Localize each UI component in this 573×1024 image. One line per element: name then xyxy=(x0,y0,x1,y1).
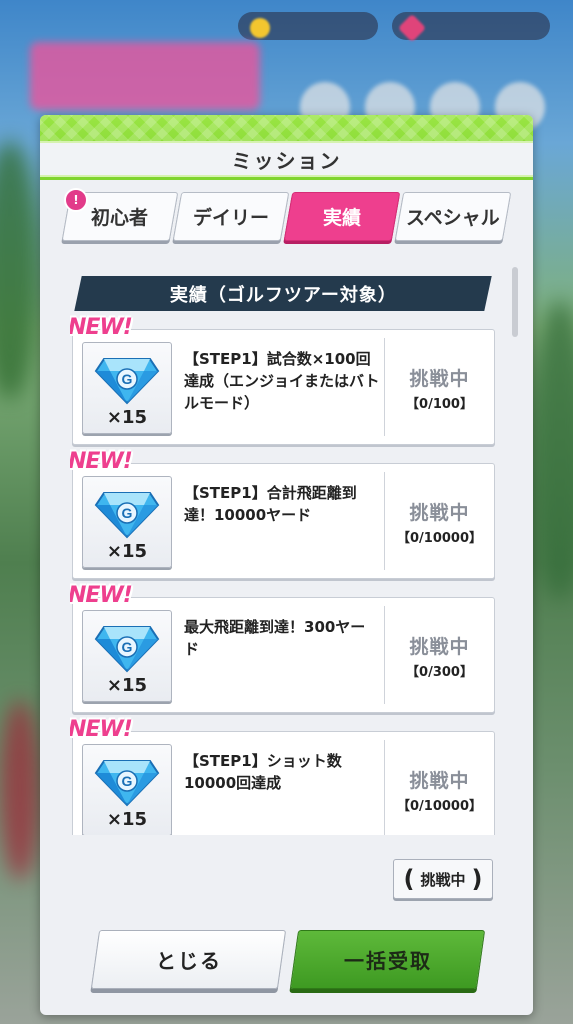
svg-text:G: G xyxy=(122,505,133,521)
reward-quantity: ×15 xyxy=(106,407,148,428)
tab-achievements[interactable]: 実績 xyxy=(283,192,401,241)
filter-label: 挑戦中 xyxy=(420,870,466,889)
close-button[interactable]: とじる xyxy=(90,930,287,989)
mission-description: 【STEP1】ショット数10000回達成 xyxy=(184,752,342,792)
tab-daily[interactable]: デイリー xyxy=(172,192,290,241)
status-label: 挑戦中 xyxy=(409,368,470,390)
progress-label: 【0/10000】 xyxy=(396,799,483,814)
section-header: 実績（ゴルフツアー対象） xyxy=(74,276,492,311)
blue-gem-g-icon: G xyxy=(94,492,160,539)
coin-icon xyxy=(250,18,270,38)
status-label: 挑戦中 xyxy=(409,502,470,524)
claim-all-button[interactable]: 一括受取 xyxy=(289,930,486,989)
status-filter-button[interactable]: ( 挑戦中 ) xyxy=(393,859,493,899)
new-badge: NEW! xyxy=(70,449,133,474)
mission-description: 【STEP1】合計飛距離到達！10000ヤード xyxy=(184,484,357,524)
mission-card: G ×15 【STEP1】ショット数10000回達成 挑戦中 【0/10000】 xyxy=(72,731,495,835)
tree-blur xyxy=(530,300,573,600)
progress-label: 【0/100】 xyxy=(406,397,473,412)
reward-box[interactable]: G ×15 xyxy=(82,744,172,835)
event-banner xyxy=(30,42,260,110)
section-title: 実績（ゴルフツアー対象） xyxy=(169,284,397,306)
tab-label: デイリー xyxy=(192,207,269,229)
tab-label: スペシャル xyxy=(406,207,500,229)
claim-all-button-label: 一括受取 xyxy=(343,949,432,973)
new-badge: NEW! xyxy=(70,315,133,340)
character-blur xyxy=(0,700,40,880)
left-paren-icon: ( xyxy=(403,865,415,893)
dialog-title: ミッション xyxy=(231,148,342,173)
reward-quantity: ×15 xyxy=(106,675,148,696)
svg-text:G: G xyxy=(122,773,133,789)
blue-gem-g-icon: G xyxy=(94,358,160,405)
new-badge: NEW! xyxy=(70,583,133,608)
blue-gem-g-icon: G xyxy=(94,760,160,807)
mission-card: G ×15 最大飛距離到達！300ヤード 挑戦中 【0/300】 xyxy=(72,597,495,713)
tree-blur xyxy=(0,140,40,400)
progress-label: 【0/10000】 xyxy=(396,531,483,546)
tab-special[interactable]: スペシャル xyxy=(394,192,512,241)
reward-quantity: ×15 xyxy=(106,541,148,562)
status-label: 挑戦中 xyxy=(409,636,470,658)
mission-status: 挑戦中 【0/300】 xyxy=(385,632,494,680)
mission-status: 挑戦中 【0/10000】 xyxy=(385,766,494,814)
status-label: 挑戦中 xyxy=(409,770,470,792)
mission-card: G ×15 【STEP1】試合数×100回達成（エンジョイまたはバトルモード） … xyxy=(72,329,495,445)
reward-quantity: ×15 xyxy=(106,809,148,830)
mission-description: 最大飛距離到達！300ヤード xyxy=(184,618,366,658)
mission-description: 【STEP1】試合数×100回達成（エンジョイまたはバトルモード） xyxy=(184,350,380,412)
mission-status: 挑戦中 【0/10000】 xyxy=(385,498,494,546)
reward-box[interactable]: G ×15 xyxy=(82,476,172,568)
blue-gem-g-icon: G xyxy=(94,626,160,673)
reward-box[interactable]: G ×15 xyxy=(82,610,172,702)
notification-badge-icon: ! xyxy=(64,188,88,212)
mission-dialog: ミッション ! 初心者 デイリー 実績 スペシャル 実績（ゴルフツアー対象） G… xyxy=(40,115,533,1015)
svg-text:G: G xyxy=(122,639,133,655)
mission-status: 挑戦中 【0/100】 xyxy=(385,364,494,412)
dialog-header: ミッション xyxy=(40,115,533,180)
mission-card: G ×15 【STEP1】合計飛距離到達！10000ヤード 挑戦中 【0/100… xyxy=(72,463,495,579)
scrollbar[interactable] xyxy=(512,267,518,337)
new-badge: NEW! xyxy=(70,717,133,742)
mission-item: G ×15 【STEP1】試合数×100回達成（エンジョイまたはバトルモード） … xyxy=(70,315,495,450)
reward-box[interactable]: G ×15 xyxy=(82,342,172,434)
mission-list[interactable]: G ×15 【STEP1】試合数×100回達成（エンジョイまたはバトルモード） … xyxy=(70,315,495,835)
mission-item: G ×15 最大飛距離到達！300ヤード 挑戦中 【0/300】 NEW! xyxy=(70,583,495,718)
mission-item: G ×15 【STEP1】合計飛距離到達！10000ヤード 挑戦中 【0/100… xyxy=(70,449,495,584)
progress-label: 【0/300】 xyxy=(406,665,473,680)
tab-label: 実績 xyxy=(322,207,361,229)
svg-text:G: G xyxy=(122,371,133,387)
dialog-title-bar: ミッション xyxy=(40,141,533,177)
right-paren-icon: ) xyxy=(471,865,483,893)
tab-label: 初心者 xyxy=(91,207,149,229)
mission-item: G ×15 【STEP1】ショット数10000回達成 挑戦中 【0/10000】… xyxy=(70,717,495,835)
close-button-label: とじる xyxy=(155,949,222,973)
